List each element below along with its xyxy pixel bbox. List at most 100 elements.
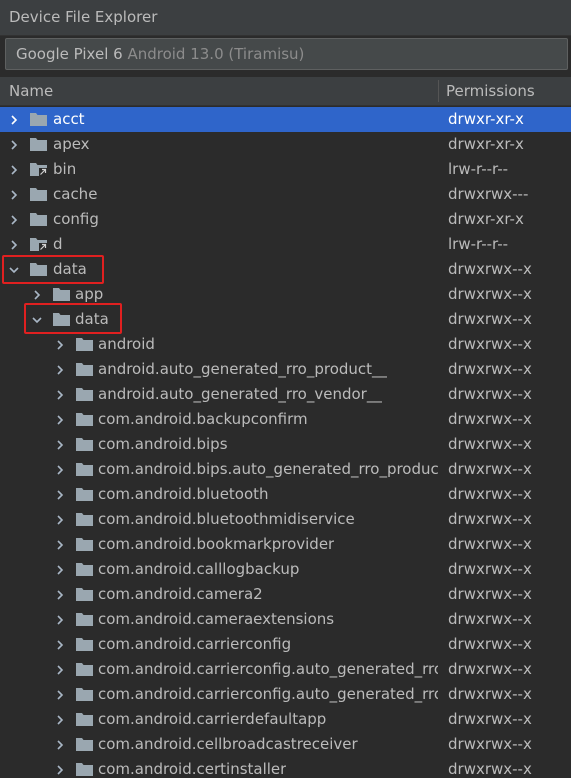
chevron-right-icon[interactable] <box>53 357 67 382</box>
file-permissions: drwxrwx--x <box>448 635 532 653</box>
file-name: acct <box>53 110 85 128</box>
file-permissions: drwxrwx--x <box>448 760 532 778</box>
chevron-right-icon[interactable] <box>53 757 67 778</box>
chevron-right-icon[interactable] <box>53 432 67 457</box>
chevron-down-icon[interactable] <box>7 257 21 282</box>
tree-row[interactable]: com.android.camera2 drwxrwx--x <box>0 582 571 607</box>
file-name: config <box>53 210 99 228</box>
file-name: com.android.backupconfirm <box>98 410 308 428</box>
tree-row[interactable]: android.auto_generated_rro_vendor__ drwxr… <box>0 382 571 407</box>
folder-icon <box>76 762 93 776</box>
file-name: com.android.cellbroadcastreceiver <box>98 735 358 753</box>
tree-row[interactable]: com.android.calllogbackup drwxrwx--x <box>0 557 571 582</box>
tree-row[interactable]: acct drwxr-xr-x <box>0 107 571 132</box>
folder-icon <box>76 612 93 626</box>
chevron-right-icon[interactable] <box>7 132 21 157</box>
folder-icon <box>76 337 93 351</box>
folder-icon <box>53 312 70 326</box>
chevron-right-icon[interactable] <box>53 457 67 482</box>
tree-row[interactable]: data drwxrwx--x <box>0 255 571 284</box>
device-os-version: Android 13.0 (Tiramisu) <box>127 45 305 63</box>
column-resize-handle[interactable] <box>438 80 439 102</box>
chevron-right-icon[interactable] <box>53 557 67 582</box>
folder-icon <box>76 687 93 701</box>
tree-row[interactable]: cache drwxrwx--- <box>0 182 571 207</box>
chevron-right-icon[interactable] <box>53 532 67 557</box>
file-name: com.android.calllogbackup <box>98 560 300 578</box>
folder-icon <box>76 412 93 426</box>
chevron-right-icon[interactable] <box>53 707 67 732</box>
tree-row[interactable]: com.android.carrierconfig.auto_generated… <box>0 682 571 707</box>
tree-row[interactable]: com.android.backupconfirm drwxrwx--x <box>0 407 571 432</box>
device-dropdown[interactable]: Google Pixel 6 Android 13.0 (Tiramisu) <box>5 38 568 70</box>
device-name: Google Pixel 6 <box>16 45 123 63</box>
chevron-right-icon[interactable] <box>7 107 21 132</box>
tree-row[interactable]: com.android.bips drwxrwx--x <box>0 432 571 457</box>
chevron-right-icon[interactable] <box>53 482 67 507</box>
chevron-right-icon[interactable] <box>53 332 67 357</box>
file-permissions: drwxrwx--- <box>448 185 529 203</box>
chevron-right-icon[interactable] <box>53 582 67 607</box>
tree-row[interactable]: com.android.carrierconfig drwxrwx--x <box>0 632 571 657</box>
chevron-right-icon[interactable] <box>53 732 67 757</box>
file-permissions: drwxrwx--x <box>448 510 532 528</box>
file-name: android <box>98 335 155 353</box>
folder-icon <box>76 462 93 476</box>
tree-row[interactable]: com.android.bips.auto_generated_rro_prod… <box>0 457 571 482</box>
tree-row[interactable]: bin lrw-r--r-- <box>0 157 571 182</box>
file-name: d <box>53 235 63 253</box>
chevron-right-icon[interactable] <box>53 382 67 407</box>
file-tree[interactable]: acct drwxr-xr-x apex drwxr-xr-x bin lrw-r--r-… <box>0 107 571 778</box>
symlink-folder-icon <box>30 162 47 176</box>
tree-row[interactable]: com.android.certinstaller drwxrwx--x <box>0 757 571 778</box>
chevron-right-icon[interactable] <box>7 157 21 182</box>
tree-row[interactable]: config drwxr-xr-x <box>0 207 571 232</box>
chevron-right-icon[interactable] <box>53 657 67 682</box>
column-header-permissions[interactable]: Permissions <box>446 77 535 105</box>
tree-row[interactable]: com.android.bluetoothmidiservice drwxrwx-… <box>0 507 571 532</box>
chevron-right-icon[interactable] <box>7 182 21 207</box>
tree-row[interactable]: android drwxrwx--x <box>0 332 571 357</box>
file-name: com.android.bluetoothmidiservice <box>98 510 355 528</box>
folder-icon <box>76 562 93 576</box>
folder-icon <box>76 362 93 376</box>
tool-window-title: Device File Explorer <box>0 0 571 36</box>
file-permissions: drwxrwx--x <box>448 385 532 403</box>
tree-row[interactable]: data drwxrwx--x <box>0 303 571 334</box>
tree-row[interactable]: com.android.cameraextensions drwxrwx--x <box>0 607 571 632</box>
folder-icon <box>76 487 93 501</box>
tree-row[interactable]: com.android.bluetooth drwxrwx--x <box>0 482 571 507</box>
file-permissions: drwxr-xr-x <box>448 135 524 153</box>
tree-row[interactable]: apex drwxr-xr-x <box>0 132 571 157</box>
file-permissions: drwxrwx--x <box>448 335 532 353</box>
tree-row[interactable]: com.android.carrierconfig.auto_generated… <box>0 657 571 682</box>
chevron-right-icon[interactable] <box>53 682 67 707</box>
file-name: android.auto_generated_rro_product__ <box>98 360 388 378</box>
folder-icon <box>30 262 47 276</box>
chevron-right-icon[interactable] <box>53 632 67 657</box>
chevron-right-icon[interactable] <box>53 507 67 532</box>
tree-row[interactable]: com.android.carrierdefaultapp drwxrwx--x <box>0 707 571 732</box>
file-name: android.auto_generated_rro_vendor__ <box>98 385 382 403</box>
window-title: Device File Explorer <box>9 8 158 26</box>
file-permissions: drwxrwx--x <box>448 285 532 303</box>
tree-row[interactable]: android.auto_generated_rro_product__ drwx… <box>0 357 571 382</box>
chevron-right-icon[interactable] <box>53 607 67 632</box>
file-permissions: drwxrwx--x <box>448 460 532 478</box>
file-permissions: drwxrwx--x <box>448 560 532 578</box>
tree-row[interactable]: com.android.cellbroadcastreceiver drwxrwx… <box>0 732 571 757</box>
file-name: data <box>53 260 87 278</box>
chevron-down-icon[interactable] <box>30 307 44 332</box>
file-permissions: drwxrwx--x <box>448 660 532 678</box>
chevron-right-icon[interactable] <box>7 232 21 257</box>
chevron-right-icon[interactable] <box>53 407 67 432</box>
file-permissions: lrw-r--r-- <box>448 235 509 253</box>
chevron-right-icon[interactable] <box>7 207 21 232</box>
file-name: com.android.carrierdefaultapp <box>98 710 327 728</box>
tree-row[interactable]: com.android.bookmarkprovider drwxrwx--x <box>0 532 571 557</box>
column-header-name[interactable]: Name <box>9 77 53 105</box>
tree-row[interactable]: d lrw-r--r-- <box>0 232 571 257</box>
folder-icon <box>76 637 93 651</box>
chevron-right-icon[interactable] <box>30 282 44 307</box>
tree-row[interactable]: app drwxrwx--x <box>0 282 571 307</box>
